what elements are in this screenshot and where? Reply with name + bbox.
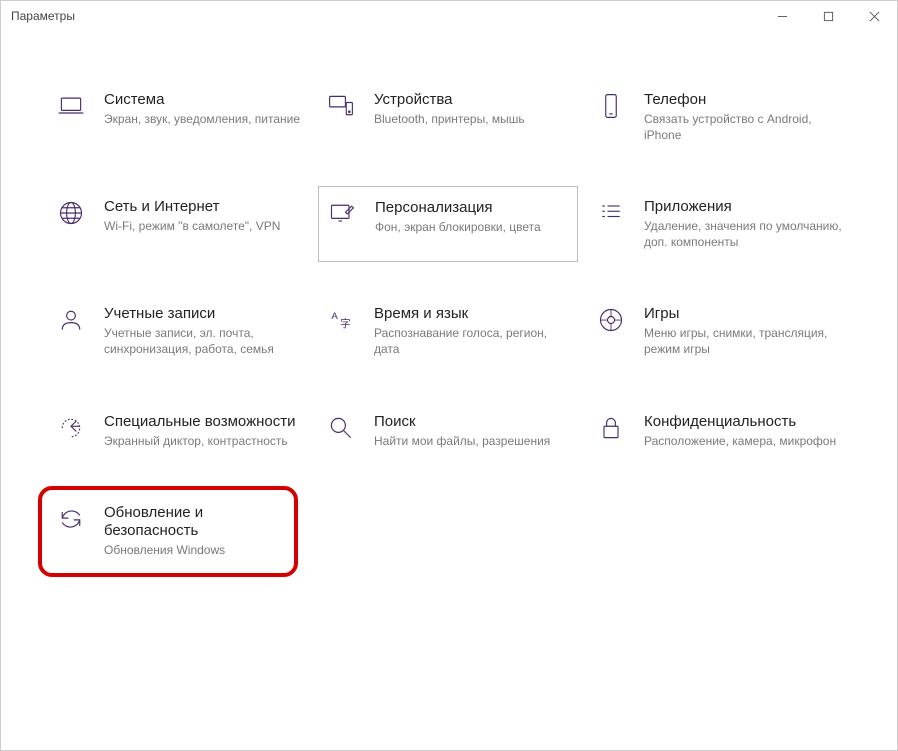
tile-time-language[interactable]: A字 Время и язык Распознавание голоса, ре…: [326, 305, 586, 357]
maximize-button[interactable]: [805, 1, 851, 31]
tile-desc: Связать устройство с Android, iPhone: [644, 112, 844, 143]
svg-text:字: 字: [340, 317, 351, 330]
tile-title: Телефон: [644, 91, 844, 109]
tile-search[interactable]: Поиск Найти мои файлы, разрешения: [326, 413, 586, 450]
svg-text:A: A: [331, 312, 338, 323]
tile-desc: Фон, экран блокировки, цвета: [375, 220, 541, 236]
tile-title: Приложения: [644, 198, 844, 216]
minimize-button[interactable]: [759, 1, 805, 31]
tile-desc: Удаление, значения по умолчанию, доп. ко…: [644, 219, 844, 250]
tile-ease-of-access[interactable]: Специальные возможности Экранный диктор,…: [56, 413, 316, 450]
tile-title: Специальные возможности: [104, 413, 296, 431]
tile-title: Конфиденциальность: [644, 413, 836, 431]
tile-devices[interactable]: Устройства Bluetooth, принтеры, мышь: [326, 91, 586, 143]
tile-title: Обновление и безопасность: [104, 504, 280, 540]
tile-desc: Меню игры, снимки, трансляция, режим игр…: [644, 326, 844, 357]
personalization-icon: [327, 199, 357, 229]
accounts-icon: [56, 305, 86, 335]
globe-icon: [56, 198, 86, 228]
window-title: Параметры: [11, 9, 75, 23]
tile-desc: Wi-Fi, режим "в самолете", VPN: [104, 219, 280, 235]
tile-apps[interactable]: Приложения Удаление, значения по умолчан…: [596, 198, 856, 250]
lock-icon: [596, 413, 626, 443]
tile-title: Устройства: [374, 91, 525, 109]
tile-desc: Bluetooth, принтеры, мышь: [374, 112, 525, 128]
apps-icon: [596, 198, 626, 228]
tile-title: Учетные записи: [104, 305, 304, 323]
window-controls: [759, 1, 897, 31]
tile-desc: Экранный диктор, контрастность: [104, 434, 296, 450]
tile-title: Игры: [644, 305, 844, 323]
update-icon: [56, 504, 86, 534]
tile-title: Персонализация: [375, 199, 541, 217]
tile-desc: Обновления Windows: [104, 543, 280, 559]
phone-icon: [596, 91, 626, 121]
tile-accounts[interactable]: Учетные записи Учетные записи, эл. почта…: [56, 305, 316, 357]
tile-title: Время и язык: [374, 305, 574, 323]
laptop-icon: [56, 91, 86, 121]
tile-gaming[interactable]: Игры Меню игры, снимки, трансляция, режи…: [596, 305, 856, 357]
close-button[interactable]: [851, 1, 897, 31]
tile-desc: Экран, звук, уведомления, питание: [104, 112, 300, 128]
tile-title: Сеть и Интернет: [104, 198, 280, 216]
devices-icon: [326, 91, 356, 121]
tile-privacy[interactable]: Конфиденциальность Расположение, камера,…: [596, 413, 856, 450]
tile-update-security[interactable]: Обновление и безопасность Обновления Win…: [38, 486, 298, 577]
tile-title: Поиск: [374, 413, 550, 431]
tile-network[interactable]: Сеть и Интернет Wi-Fi, режим "в самолете…: [56, 198, 316, 250]
gaming-icon: [596, 305, 626, 335]
tile-desc: Распознавание голоса, регион, дата: [374, 326, 574, 357]
tile-desc: Расположение, камера, микрофон: [644, 434, 836, 450]
tile-system[interactable]: Система Экран, звук, уведомления, питани…: [56, 91, 316, 143]
search-icon: [326, 413, 356, 443]
settings-window: Параметры Система Экран, звук, уведомлен…: [0, 0, 898, 751]
time-language-icon: A字: [326, 305, 356, 335]
tile-title: Система: [104, 91, 300, 109]
tile-desc: Учетные записи, эл. почта, синхронизация…: [104, 326, 304, 357]
settings-grid: Система Экран, звук, уведомления, питани…: [1, 31, 897, 589]
tile-desc: Найти мои файлы, разрешения: [374, 434, 550, 450]
tile-personalization[interactable]: Персонализация Фон, экран блокировки, цв…: [318, 186, 578, 262]
ease-of-access-icon: [56, 413, 86, 443]
tile-phone[interactable]: Телефон Связать устройство с Android, iP…: [596, 91, 856, 143]
